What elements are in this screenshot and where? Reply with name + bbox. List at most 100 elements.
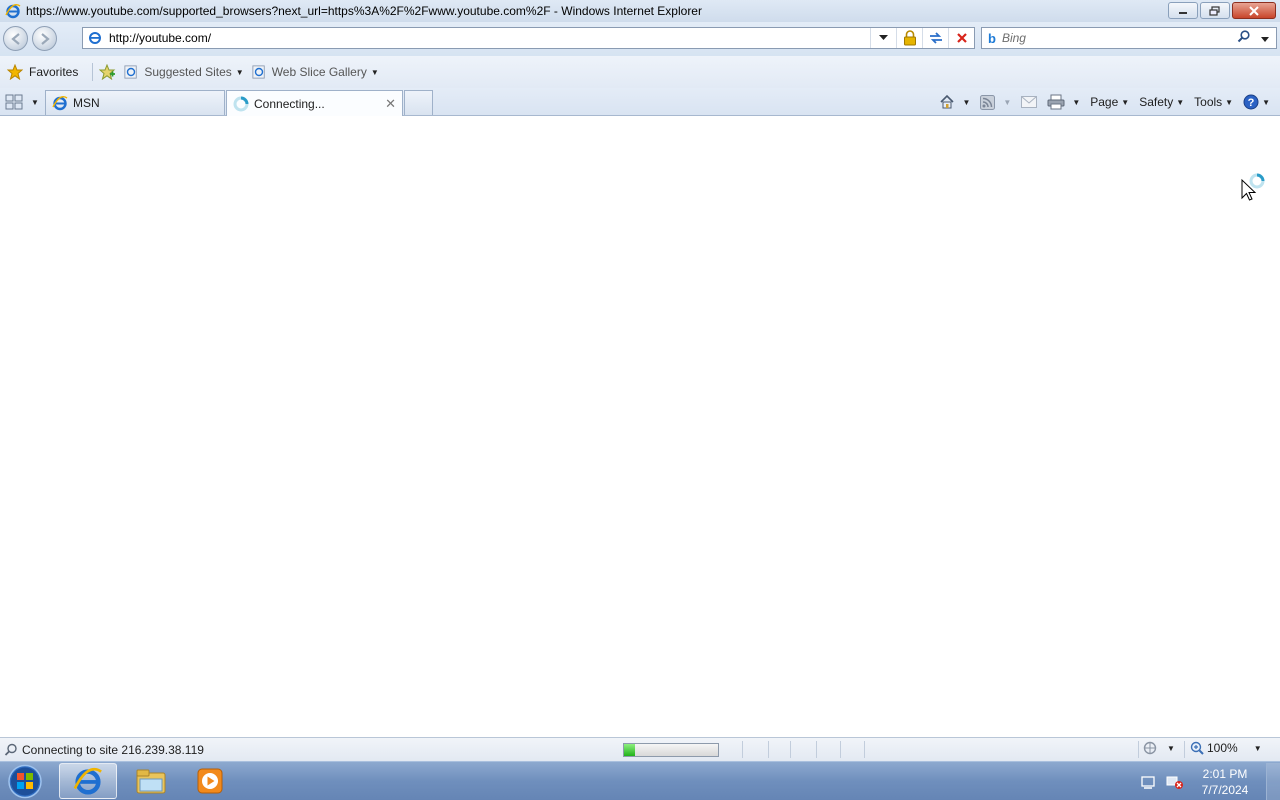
- page-content[interactable]: [0, 117, 1280, 737]
- chevron-down-icon[interactable]: ▼: [371, 68, 379, 77]
- back-button[interactable]: [3, 26, 28, 51]
- home-icon: [940, 94, 955, 109]
- divider: [768, 741, 769, 758]
- favorites-button[interactable]: Favorites: [0, 64, 78, 80]
- protected-mode-icon: [1143, 741, 1157, 755]
- show-desktop-button[interactable]: [1266, 762, 1280, 800]
- action-center-flag-icon[interactable]: [1140, 774, 1156, 790]
- stop-button[interactable]: [948, 28, 974, 48]
- web-slice-gallery-link[interactable]: Web Slice Gallery ▼: [252, 65, 379, 79]
- close-tab-icon[interactable]: ✕: [385, 96, 396, 112]
- safety-menu-label: Safety: [1139, 95, 1174, 109]
- security-zone-button[interactable]: ▼: [1143, 741, 1175, 755]
- address-url[interactable]: http://youtube.com/: [109, 31, 870, 45]
- search-placeholder[interactable]: Bing: [1002, 31, 1232, 45]
- zoom-level-button[interactable]: 100% ▼: [1190, 741, 1262, 755]
- chevron-down-icon: ▼: [1121, 97, 1130, 107]
- chevron-down-icon[interactable]: ▼: [1167, 744, 1175, 753]
- suggested-sites-link[interactable]: Suggested Sites ▼: [124, 65, 244, 79]
- taskbar-internet-explorer[interactable]: [59, 763, 117, 799]
- security-lock-button[interactable]: [896, 28, 922, 48]
- tab-msn[interactable]: MSN: [45, 90, 225, 115]
- restore-button[interactable]: [1200, 2, 1230, 19]
- restore-icon: [1209, 5, 1220, 16]
- chevron-down-icon[interactable]: ▼: [1254, 744, 1262, 753]
- window-title-bar[interactable]: https://www.youtube.com/supported_browse…: [0, 0, 1280, 22]
- command-bar: ▼ ▼ ▼ Page ▼ Safety ▼ Tools ▼ ? ▼: [929, 91, 1270, 113]
- divider: [1184, 741, 1185, 758]
- tab-list-dropdown[interactable]: ▼: [31, 98, 39, 107]
- minimize-button[interactable]: [1168, 2, 1198, 19]
- safety-menu[interactable]: Safety ▼: [1139, 95, 1184, 109]
- suggested-sites-label: Suggested Sites: [144, 65, 232, 79]
- taskbar-windows-explorer[interactable]: [122, 763, 180, 799]
- stop-x-icon: [956, 33, 967, 43]
- chevron-down-icon[interactable]: ▼: [1003, 98, 1011, 107]
- divider: [790, 741, 791, 758]
- page-ie-icon: [89, 32, 101, 44]
- zoom-magnifier-icon: [1190, 741, 1204, 755]
- read-mail-button[interactable]: [1021, 96, 1038, 108]
- tab-label: Connecting...: [254, 96, 325, 111]
- chevron-down-icon[interactable]: ▼: [962, 98, 970, 107]
- divider: [1138, 741, 1139, 758]
- new-tab-button[interactable]: [404, 90, 433, 115]
- back-arrow-icon: [11, 33, 20, 45]
- close-button[interactable]: [1232, 2, 1276, 19]
- search-box[interactable]: b Bing: [981, 27, 1277, 49]
- tab-connecting[interactable]: Connecting... ✕: [226, 90, 403, 116]
- address-bar[interactable]: http://youtube.com/: [82, 27, 975, 49]
- quick-tabs-button[interactable]: ▼: [5, 91, 43, 113]
- loading-progress-bar: [623, 743, 719, 757]
- print-button[interactable]: ▼: [1047, 94, 1080, 110]
- divider: [840, 741, 841, 758]
- forward-arrow-icon: [41, 33, 50, 45]
- page-ie-icon: [252, 65, 265, 79]
- refresh-icon: [929, 32, 942, 44]
- favorites-label: Favorites: [29, 65, 79, 79]
- progress-fill: [624, 744, 636, 756]
- busy-cursor-icon: [1241, 173, 1265, 201]
- chevron-down-icon: ▼: [1225, 97, 1234, 107]
- status-text: Connecting to site 216.239.38.119: [22, 742, 204, 757]
- taskbar: 2:01 PM 7/7/2024: [0, 761, 1280, 800]
- tools-menu[interactable]: Tools ▼: [1194, 95, 1233, 109]
- divider: [742, 741, 743, 758]
- divider: [816, 741, 817, 758]
- minimize-icon: [1179, 11, 1187, 14]
- taskbar-media-player[interactable]: [181, 763, 239, 799]
- clock-date: 7/7/2024: [1201, 782, 1249, 797]
- system-clock[interactable]: 2:01 PM 7/7/2024: [1190, 766, 1260, 798]
- page-menu-label: Page: [1090, 95, 1119, 109]
- svg-text:?: ?: [1248, 97, 1255, 109]
- help-menu[interactable]: ? ▼: [1243, 94, 1270, 110]
- home-button[interactable]: ▼: [939, 94, 970, 110]
- web-slice-gallery-label: Web Slice Gallery: [271, 65, 367, 79]
- add-to-favorites-bar-button[interactable]: [99, 64, 116, 80]
- refresh-button[interactable]: [922, 28, 948, 48]
- tools-menu-label: Tools: [1194, 95, 1223, 109]
- close-icon: [1249, 5, 1259, 16]
- mail-icon: [1021, 96, 1038, 108]
- folder-icon: [136, 769, 166, 794]
- help-icon: ?: [1243, 94, 1259, 110]
- search-button[interactable]: [1232, 30, 1254, 46]
- chevron-down-icon[interactable]: ▼: [236, 68, 244, 77]
- feeds-button[interactable]: ▼: [980, 94, 1011, 110]
- chevron-down-icon: [1261, 37, 1269, 42]
- bing-icon: b: [988, 30, 996, 46]
- ie-logo-icon: [52, 95, 68, 111]
- printer-icon: [1047, 94, 1065, 110]
- chevron-down-icon: ▼: [1176, 97, 1185, 107]
- network-disconnected-icon[interactable]: [1166, 774, 1184, 790]
- search-options-button[interactable]: [1254, 31, 1276, 45]
- favorites-bar: Favorites Suggested Sites ▼ Web Slice Ga…: [0, 56, 1280, 88]
- system-tray: 2:01 PM 7/7/2024: [1140, 762, 1280, 800]
- chevron-down-icon[interactable]: ▼: [1072, 98, 1080, 107]
- tab-label: MSN: [73, 96, 100, 110]
- page-menu[interactable]: Page ▼: [1090, 95, 1129, 109]
- address-dropdown-button[interactable]: [870, 28, 896, 48]
- start-button[interactable]: [5, 763, 45, 800]
- quick-tabs-grid-icon: [5, 94, 23, 110]
- forward-button[interactable]: [32, 26, 57, 51]
